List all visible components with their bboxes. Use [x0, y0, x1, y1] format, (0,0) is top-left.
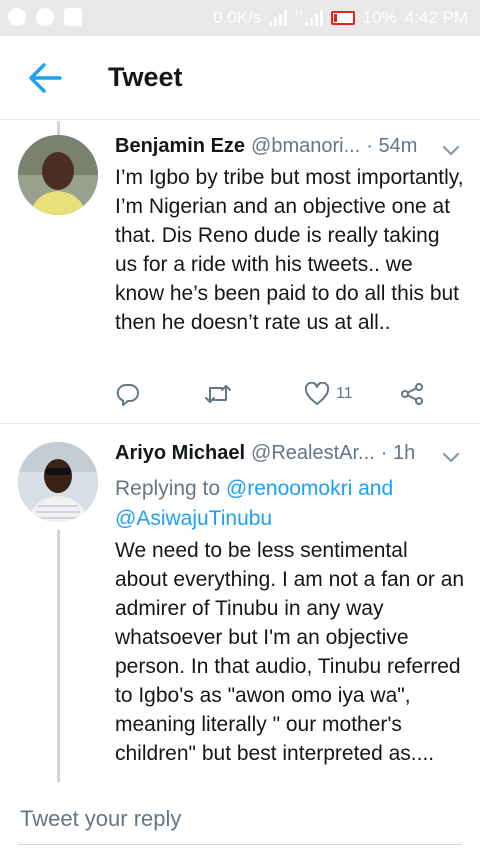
thread-line	[57, 530, 60, 782]
input-underline	[18, 844, 462, 845]
reply-icon	[116, 383, 139, 406]
retweet-button[interactable]	[204, 381, 232, 407]
whatsapp-icon	[36, 8, 54, 26]
tweet-text: We need to be less sentimental about eve…	[115, 539, 465, 765]
tweet-text: I’m Igbo by tribe but most importantly, …	[115, 166, 464, 334]
page-title: Tweet	[108, 62, 183, 92]
tweet-header: Ariyo Michael @RealestAr... · 1h	[115, 442, 415, 465]
status-bar: 0.0K/s H 10% 4:42 PM	[0, 0, 480, 36]
author-name[interactable]: Benjamin Eze	[115, 135, 245, 158]
reply-input[interactable]: Tweet your reply	[20, 806, 181, 832]
author-name[interactable]: Ariyo Michael	[115, 442, 245, 465]
replying-and: and	[358, 477, 394, 500]
replying-to-label: Replying to	[115, 477, 221, 500]
clock: 4:42 PM	[404, 8, 468, 27]
tweet-reply[interactable]: Ariyo Michael @RealestAr... · 1h Replyin…	[0, 424, 480, 784]
thread-line	[57, 121, 60, 135]
notification-icon	[8, 8, 26, 26]
network-type: H	[295, 8, 303, 19]
like-count: 11	[336, 385, 353, 402]
tweet-reply[interactable]: Benjamin Eze @bmanori... · 54m I’m Igbo …	[0, 121, 480, 423]
avatar[interactable]	[18, 135, 98, 215]
tweet-actions: 11	[116, 381, 436, 407]
reply-composer[interactable]: Tweet your reply	[0, 786, 480, 854]
network-speed: 0.0K/s	[213, 8, 262, 27]
battery-icon	[330, 11, 355, 25]
tweet-header: Benjamin Eze @bmanori... · 54m	[115, 135, 417, 158]
author-handle[interactable]: @bmanori...	[251, 135, 360, 158]
like-button[interactable]: 11	[304, 381, 353, 407]
chevron-down-icon[interactable]	[442, 452, 460, 464]
cell-signal-icon	[304, 10, 323, 26]
share-icon	[401, 383, 423, 405]
retweet-icon	[205, 385, 231, 403]
author-handle[interactable]: @RealestAr...	[251, 442, 375, 465]
tweet-time: · 1h	[380, 442, 416, 464]
app-bar: Tweet	[0, 36, 480, 120]
reply-button[interactable]	[116, 381, 140, 407]
heart-icon	[304, 382, 330, 405]
wifi-signal-icon	[269, 10, 288, 26]
tweet-time: · 54m	[366, 135, 418, 157]
battery-level: 10%	[362, 8, 397, 27]
gallery-icon	[64, 8, 82, 26]
mention-link[interactable]: @renoomokri	[226, 477, 352, 500]
replying-to: Replying to @renoomokri and @AsiwajuTinu…	[115, 474, 465, 534]
mention-link[interactable]: @AsiwajuTinubu	[115, 507, 272, 530]
back-arrow-icon[interactable]	[28, 62, 62, 94]
chevron-down-icon[interactable]	[442, 145, 460, 157]
avatar[interactable]	[18, 442, 98, 522]
share-button[interactable]	[400, 381, 424, 407]
